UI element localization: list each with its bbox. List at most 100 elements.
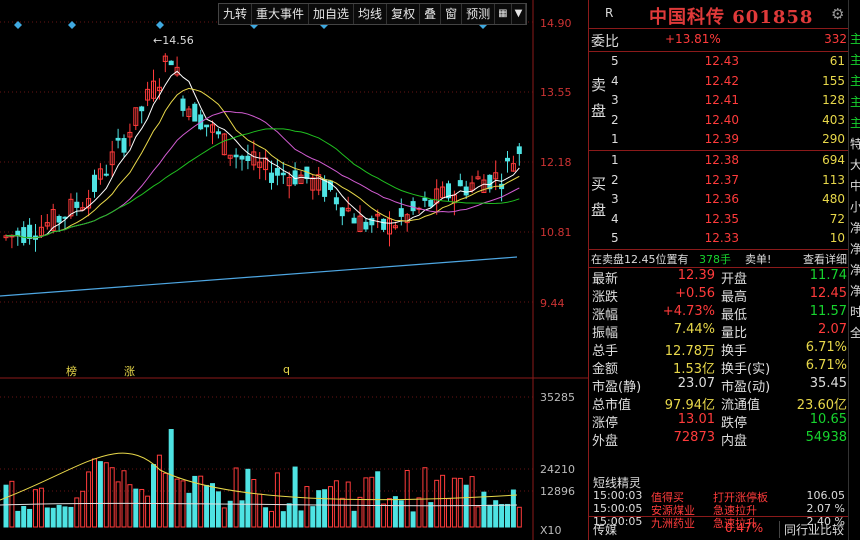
stat-value: 23.60亿: [796, 398, 847, 413]
toolbar-item[interactable]: 叠: [420, 4, 442, 24]
asks-level[interactable]: 1 12.39 290: [611, 130, 847, 149]
candle-body: [280, 172, 286, 176]
sector-name[interactable]: 传媒: [593, 521, 617, 538]
large-order-alert[interactable]: 在卖盘12.45位置有 378手 卖单! 查看详细: [589, 249, 849, 268]
toolbar-item[interactable]: 均线: [354, 4, 388, 24]
short-term-item[interactable]: 15:00:03 值得买 打开涨停板 106.05: [593, 489, 845, 504]
asks-level[interactable]: 5 12.43 61: [611, 52, 847, 71]
grid-icon[interactable]: ▦: [495, 4, 512, 24]
bid-label: 买: [591, 175, 607, 193]
candle-body: [121, 138, 127, 153]
stat-label: 涨幅: [592, 308, 619, 323]
bids-level[interactable]: 4 12.35 72: [611, 210, 847, 229]
volume-bar: [505, 503, 510, 528]
toolbar-item[interactable]: 预测: [462, 4, 496, 24]
candle-body: [333, 197, 339, 205]
volume-bar: [3, 484, 9, 528]
level-num: 3: [611, 192, 619, 207]
candle-body: [363, 221, 369, 230]
kline-chart-area[interactable]: 九转 重大事件 加自选 均线 复权叠窗预测 ▦ ▼ 14.90 13.55 12.18 10…: [0, 0, 588, 540]
chart-tag[interactable]: q: [283, 363, 290, 376]
stat-value: 10.65: [809, 412, 847, 427]
stat-value: 35.45: [809, 376, 847, 391]
asks-level[interactable]: 4 12.42 155: [611, 72, 847, 91]
level-num: 2: [611, 172, 619, 187]
level-volume: 128: [822, 93, 845, 108]
volume-bar: [50, 507, 56, 528]
stock-title: 中国科传 601858: [649, 7, 814, 28]
toolbar-item[interactable]: 复权: [387, 4, 421, 24]
candle-body: [428, 199, 434, 207]
moving-average-line: [5, 70, 520, 239]
bids-level[interactable]: 3 12.36 480: [611, 190, 847, 209]
gear-icon[interactable]: ⚙: [831, 5, 844, 23]
arrow-down-icon[interactable]: ▼: [512, 4, 527, 24]
edge-char: 主: [850, 51, 860, 68]
view-detail-link[interactable]: 查看详细: [803, 251, 847, 267]
chart-tag[interactable]: 榜: [66, 363, 77, 379]
stat-value: 1.53亿: [673, 362, 715, 377]
weibi-diff: 332: [824, 32, 847, 46]
volume-ma-line: [0, 452, 518, 501]
level-volume: 480: [822, 192, 845, 207]
bids-level[interactable]: 2 12.37 113: [611, 171, 847, 190]
bids-level[interactable]: 5 12.33 10: [611, 229, 847, 248]
level-price: 12.43: [704, 54, 739, 68]
candle-body: [505, 157, 510, 162]
stat-value: 12.78万: [664, 344, 715, 359]
edge-char: 主: [850, 93, 860, 110]
stat-label: 最高: [721, 290, 748, 305]
level-num: 3: [611, 93, 619, 108]
volume-bar: [245, 468, 251, 528]
edge-char: 小: [850, 198, 860, 215]
volume-bar: [357, 496, 363, 528]
level-volume: 61: [829, 54, 845, 68]
asks-level[interactable]: 3 12.41 128: [611, 91, 847, 110]
level-price: 12.39: [704, 132, 739, 147]
level-num: 2: [611, 112, 619, 127]
asks-level[interactable]: 2 12.40 403: [611, 111, 847, 130]
volume-bar: [422, 467, 428, 528]
volume-bar: [381, 503, 387, 528]
bids-level[interactable]: 1 12.38 694: [611, 151, 847, 170]
edge-char: 净: [850, 282, 860, 299]
level-volume: 155: [822, 73, 845, 88]
volume-bar: [44, 507, 50, 528]
edge-char: 主: [850, 114, 860, 131]
volume-bar: [428, 502, 434, 528]
volume-bar: [139, 488, 145, 528]
level-price: 12.35: [704, 211, 739, 226]
volume-bar: [316, 490, 322, 528]
candle-body: [516, 146, 522, 155]
weibi-row: 委比 +13.81% 332: [589, 29, 849, 52]
stat-label: 振幅: [592, 326, 619, 341]
short-term-item[interactable]: 15:00:05 安源煤业 急速拉升 2.07 %: [593, 502, 845, 517]
edge-char: 特: [850, 135, 860, 152]
volume-bar: [204, 484, 210, 528]
level-volume: 290: [822, 132, 845, 147]
volume-bar: [463, 484, 469, 528]
toolbar-item[interactable]: 加自选: [309, 4, 355, 24]
toolbar-item[interactable]: 窗: [441, 4, 463, 24]
price-axis-label: 12.18: [540, 156, 572, 169]
volume-bar: [451, 477, 457, 528]
kline-chart[interactable]: [0, 0, 588, 540]
volume-bar: [257, 493, 263, 528]
level-price: 12.41: [704, 93, 739, 108]
volume-bar: [274, 472, 280, 528]
chart-tag[interactable]: 涨: [124, 363, 135, 379]
stat-label: 总手: [592, 344, 619, 359]
price-axis-label: 14.90: [540, 17, 572, 30]
volume-bar: [210, 483, 215, 528]
toolbar-item[interactable]: 重大事件: [252, 4, 310, 24]
toolbar-item[interactable]: 九转: [219, 4, 253, 24]
volume-bar: [239, 500, 245, 528]
edge-char: 净: [850, 240, 860, 257]
stat-label: 量比: [721, 326, 748, 341]
stat-value: 2.07: [818, 322, 847, 337]
r-badge[interactable]: R: [605, 6, 613, 20]
volume-bar: [15, 510, 21, 528]
peer-compare-button[interactable]: 同行业比较: [779, 521, 844, 538]
volume-bar: [298, 510, 304, 528]
stat-value: 7.44%: [673, 322, 715, 337]
